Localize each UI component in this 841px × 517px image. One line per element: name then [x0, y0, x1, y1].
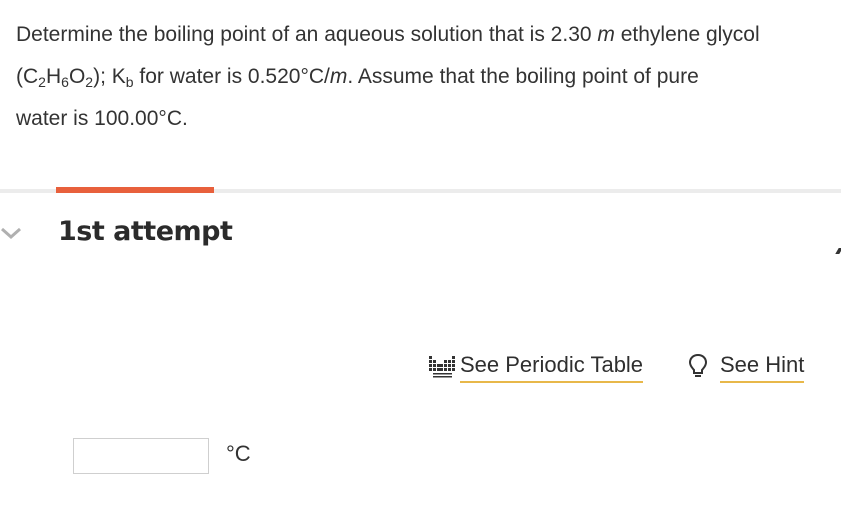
see-periodic-table-label: See Periodic Table — [460, 350, 644, 383]
question-segment: Determine the boiling point of an aqueou… — [16, 23, 598, 46]
formula-segment: (C — [16, 65, 39, 88]
question-text: Determine the boiling point of an aqueou… — [16, 14, 836, 140]
periodic-table-icon — [429, 356, 455, 378]
kb-text: for water is 0.520°C/ — [133, 65, 330, 88]
see-periodic-table-link[interactable]: See Periodic Table — [428, 350, 644, 384]
formula-segment: H — [45, 65, 62, 88]
answer-input[interactable] — [73, 438, 209, 474]
question-line-3: water is 100.00°C. — [16, 107, 188, 130]
question-segment: . Assume that the boiling point of pure — [347, 65, 699, 88]
see-hint-label: See Hint — [720, 350, 805, 383]
molality-symbol: m — [597, 23, 615, 46]
formula-segment: O — [68, 65, 86, 88]
formula-segment: ); K — [93, 65, 126, 88]
kb-unit: m — [329, 65, 348, 88]
chevron-down-icon[interactable] — [0, 222, 22, 244]
edge-indicator-icon — [835, 248, 841, 254]
question-segment: ethylene glycol — [614, 23, 760, 46]
formula-subscript: 2 — [85, 74, 94, 90]
question-line-2: (C2H6O2); Kb for water is 0.520°C/m. Ass… — [16, 56, 836, 98]
attempt-title: 1st attempt — [58, 216, 233, 247]
lightbulb-icon — [688, 353, 708, 377]
formula-subscript: 2 — [38, 74, 46, 90]
answer-unit-label: °C — [226, 441, 251, 466]
kb-subscript: b — [125, 74, 134, 90]
attempt-tab-indicator — [56, 187, 214, 193]
question-line-1: Determine the boiling point of an aqueou… — [16, 14, 836, 56]
see-hint-link[interactable]: See Hint — [688, 350, 805, 384]
formula-subscript: 6 — [61, 74, 69, 90]
